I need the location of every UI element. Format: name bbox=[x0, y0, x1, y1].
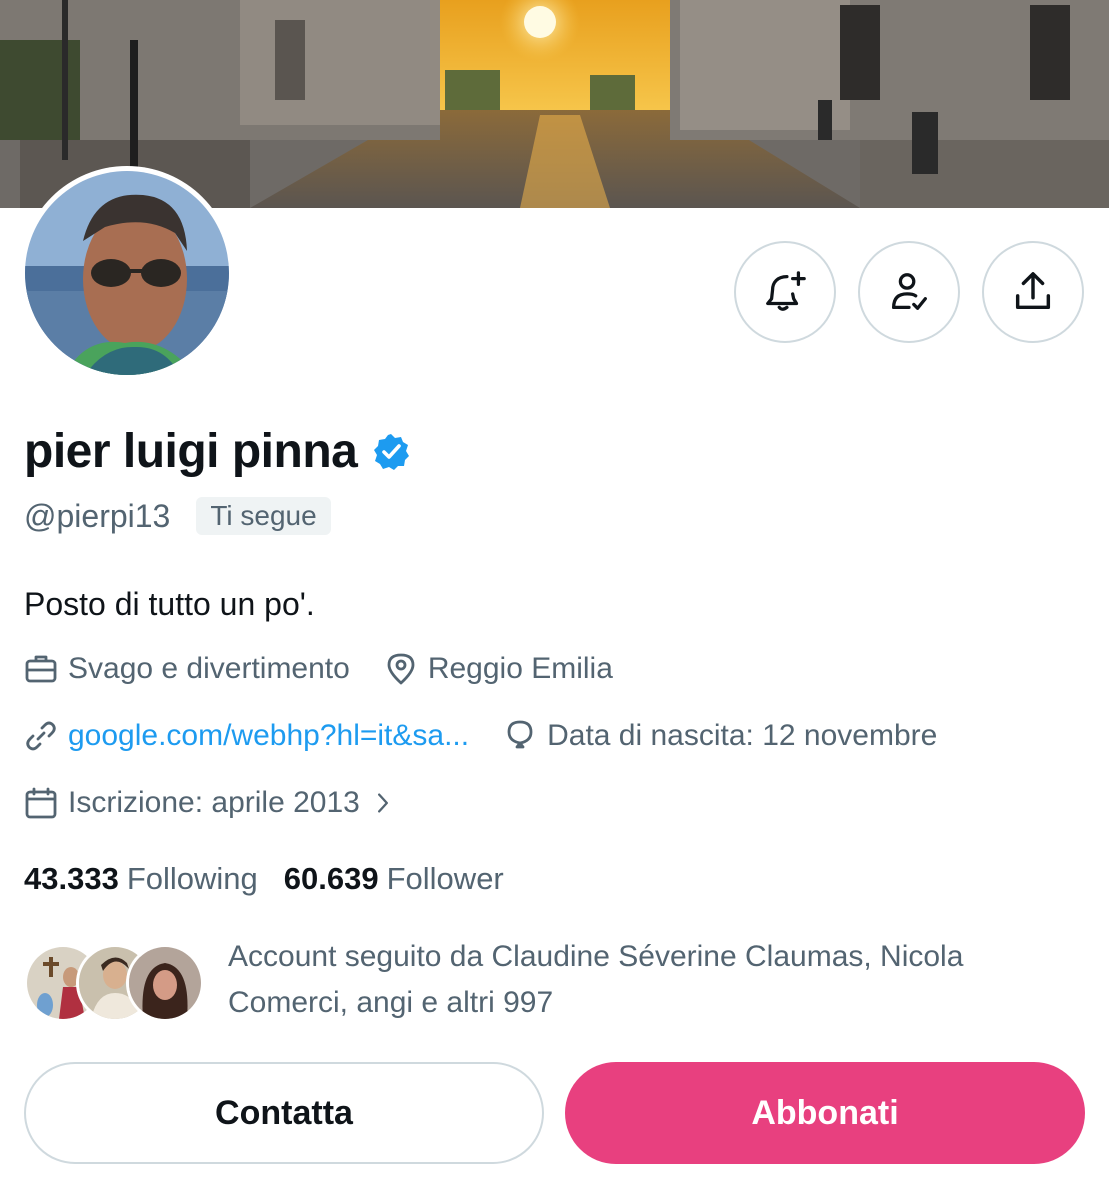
follower-avatar-3-image bbox=[129, 947, 201, 1019]
share-upload-icon bbox=[1015, 272, 1051, 310]
followed-by-avatars[interactable] bbox=[24, 944, 204, 1024]
following-count: 43.333 bbox=[24, 861, 119, 896]
display-name: pier luigi pinna bbox=[24, 425, 358, 478]
handle-row: @pierpi13 Ti segue bbox=[24, 497, 331, 535]
share-button[interactable] bbox=[982, 241, 1084, 343]
location-pin-icon bbox=[387, 653, 415, 685]
joined-label: Iscrizione: aprile 2013 bbox=[68, 786, 360, 819]
joined-item[interactable]: Iscrizione: aprile 2013 bbox=[24, 786, 396, 820]
category-item: Svago e divertimento bbox=[24, 652, 350, 686]
followers-label: Follower bbox=[386, 861, 504, 896]
contact-button[interactable]: Contatta bbox=[24, 1062, 544, 1164]
calendar-icon bbox=[25, 787, 57, 819]
avatar bbox=[126, 944, 204, 1022]
link-icon bbox=[26, 721, 56, 751]
subscribe-button[interactable]: Abbonati bbox=[565, 1062, 1085, 1164]
chevron-right-icon bbox=[377, 793, 388, 813]
followers-count: 60.639 bbox=[283, 861, 379, 896]
name-row: pier luigi pinna bbox=[24, 424, 411, 479]
avatar-image bbox=[25, 171, 229, 375]
bell-plus-icon bbox=[766, 271, 806, 311]
follow-stats: 43.333 Following 60.639 Follower bbox=[24, 861, 504, 897]
website-item[interactable]: google.com/webhp?hl=it&sa... bbox=[24, 719, 469, 753]
meta-row-1: Svago e divertimento Reggio Emilia bbox=[24, 652, 613, 686]
notifications-button[interactable] bbox=[734, 241, 836, 343]
profile-avatar[interactable] bbox=[20, 166, 234, 380]
category-label: Svago e divertimento bbox=[68, 652, 350, 685]
following-status-button[interactable] bbox=[858, 241, 960, 343]
meta-row-3[interactable]: Iscrizione: aprile 2013 bbox=[24, 786, 396, 820]
balloon-icon bbox=[507, 720, 533, 749]
person-check-icon bbox=[892, 273, 927, 310]
briefcase-icon bbox=[25, 655, 57, 683]
website-link[interactable]: google.com/webhp?hl=it&sa... bbox=[68, 719, 469, 753]
following-label: Following bbox=[126, 861, 258, 896]
user-handle: @pierpi13 bbox=[24, 497, 171, 534]
location-item: Reggio Emilia bbox=[384, 652, 613, 686]
birthday-item: Data di nascita: 12 novembre bbox=[503, 719, 937, 753]
follows-you-badge: Ti segue bbox=[196, 497, 331, 535]
verified-badge-icon[interactable] bbox=[371, 432, 411, 472]
location-label: Reggio Emilia bbox=[427, 652, 613, 685]
birthday-label: Data di nascita: 12 novembre bbox=[547, 719, 938, 752]
meta-row-2: google.com/webhp?hl=it&sa... Data di nas… bbox=[24, 719, 937, 753]
followed-by-text[interactable]: Account seguito da Claudine Séverine Cla… bbox=[228, 934, 1068, 1026]
profile-bio: Posto di tutto un po'. bbox=[24, 586, 315, 622]
following-stat[interactable]: 43.333 Following bbox=[24, 861, 258, 897]
followers-stat[interactable]: 60.639 Follower bbox=[284, 861, 504, 897]
